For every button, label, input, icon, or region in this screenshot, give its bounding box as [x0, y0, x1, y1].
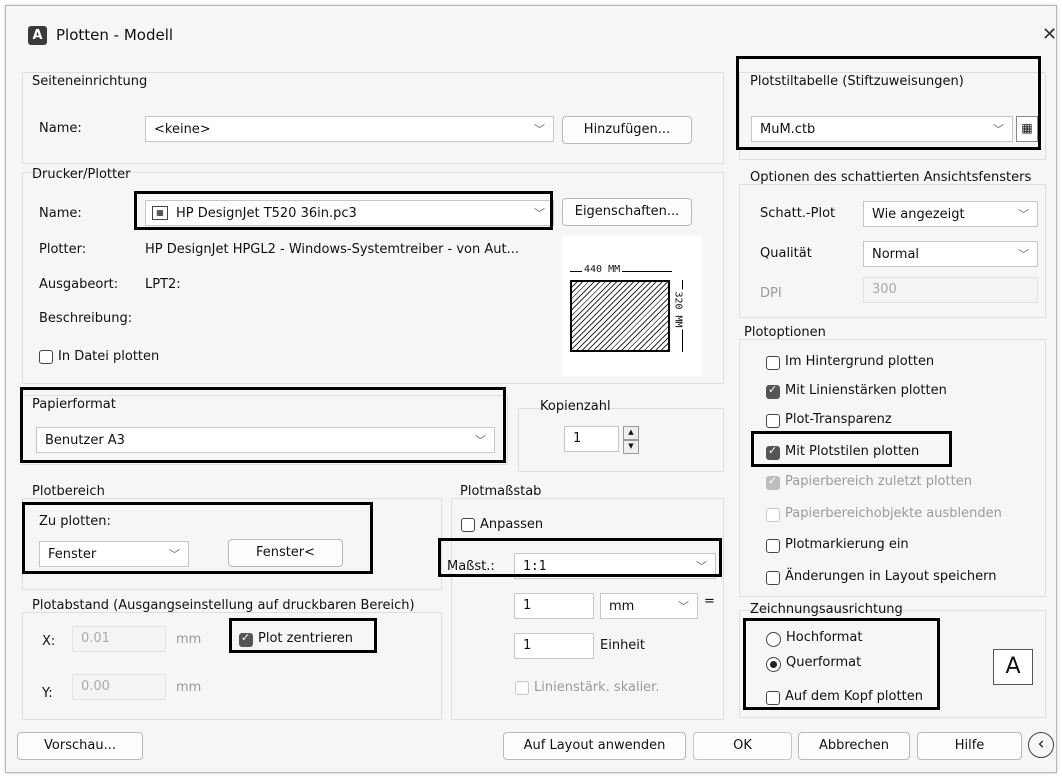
shade-plot-select[interactable]: Wie angezeigt ﹀	[863, 201, 1038, 227]
output-location-value: LPT2:	[145, 277, 181, 292]
scale-unit-select[interactable]: mm ﹀	[600, 593, 698, 619]
paper-size-highlight-frame	[20, 387, 506, 463]
plot-options-group-label: Plotoptionen	[744, 325, 826, 340]
fit-to-paper-checkbox[interactable]	[461, 518, 475, 532]
paperspace-last-label: Papierbereich zuletzt plotten	[785, 474, 972, 489]
offset-x-unit: mm	[176, 632, 202, 647]
plot-to-file-label: In Datei plotten	[58, 349, 160, 364]
scale-lineweights-label: Linienstärk. skalier.	[534, 680, 660, 695]
plot-style-highlight-frame	[736, 56, 1041, 150]
paper-preview-sheet	[570, 280, 670, 352]
plot-lineweights-label: Mit Linienstärken plotten	[785, 383, 947, 398]
collapse-icon[interactable]: ‹	[1028, 732, 1054, 758]
scale-unit2-label: Einheit	[600, 638, 646, 653]
offset-y-input[interactable]: 0.00	[72, 674, 166, 700]
hide-paperspace-label: Papierbereichobjekte ausblenden	[785, 506, 1002, 521]
page-setup-group-label: Seiteneinrichtung	[32, 74, 148, 89]
spin-up-icon[interactable]: ▲	[623, 426, 639, 440]
output-location-label: Ausgabeort:	[39, 277, 119, 292]
quality-select[interactable]: Normal ﹀	[863, 241, 1038, 267]
quality-label: Qualität	[760, 246, 812, 261]
scale-unit-value: mm	[609, 599, 635, 614]
printer-highlight-frame	[134, 191, 553, 230]
chevron-down-icon: ﹀	[1018, 248, 1029, 261]
scale-highlight-frame	[438, 538, 722, 577]
add-page-setup-button[interactable]: Hinzufügen...	[562, 116, 692, 144]
offset-x-label: X:	[42, 634, 56, 649]
plot-stamp-checkbox[interactable]	[766, 539, 780, 553]
plot-stamp-label: Plotmarkierung ein	[785, 537, 909, 552]
close-icon[interactable]: ✕	[1042, 24, 1057, 45]
autocad-app-icon: A	[28, 26, 47, 45]
plot-lineweights-checkbox[interactable]	[766, 383, 780, 399]
ok-button[interactable]: OK	[693, 732, 792, 760]
save-to-layout-label: Änderungen in Layout speichern	[785, 569, 997, 584]
chevron-down-icon: ﹀	[534, 123, 545, 136]
shade-plot-value: Wie angezeigt	[872, 207, 965, 222]
scale-value1-input[interactable]: 1	[514, 593, 594, 619]
copies-input[interactable]: 1	[564, 426, 619, 452]
preview-button[interactable]: Vorschau...	[17, 732, 143, 760]
offset-x-input[interactable]: 0.01	[72, 626, 166, 652]
plot-dialog: A Plotten - Modell ✕ Seiteneinrichtung N…	[5, 5, 1057, 773]
chevron-down-icon: ﹀	[678, 600, 689, 613]
orientation-highlight-frame	[743, 618, 940, 710]
center-plot-highlight-frame	[229, 618, 377, 653]
window-title: Plotten - Modell	[56, 26, 174, 44]
printer-properties-button[interactable]: Eigenschaften...	[562, 198, 692, 226]
quality-value: Normal	[872, 247, 920, 262]
printer-group-label: Drucker/Plotter	[32, 167, 131, 182]
cancel-button[interactable]: Abbrechen	[798, 732, 910, 760]
scale-lineweights-checkbox[interactable]	[515, 681, 529, 695]
page-setup-name-value: <keine>	[154, 122, 211, 137]
paper-height-text: 320 MM	[672, 289, 684, 330]
copies-group	[518, 408, 724, 472]
dpi-input[interactable]: 300	[863, 277, 1038, 303]
paper-preview: 440 MM 320 MM	[562, 236, 702, 376]
landscape-orientation-icon: A	[993, 649, 1033, 685]
hide-paperspace-checkbox[interactable]	[766, 508, 780, 522]
plot-area-highlight-frame	[22, 502, 373, 574]
plot-offset-group-label: Plotabstand (Ausgangseinstellung auf dru…	[32, 598, 415, 613]
plot-transparency-checkbox[interactable]	[766, 414, 780, 428]
fit-to-paper-label: Anpassen	[480, 517, 544, 532]
offset-y-unit: mm	[176, 680, 202, 695]
shade-plot-label: Schatt.-Plot	[760, 206, 836, 221]
plot-styles-highlight-frame	[751, 431, 952, 467]
orientation-group-label: Zeichnungsausrichtung	[750, 602, 903, 617]
plotter-label: Plotter:	[39, 242, 87, 257]
save-to-layout-checkbox[interactable]	[766, 571, 780, 585]
copies-group-label: Kopienzahl	[540, 399, 611, 414]
page-setup-name-select[interactable]: <keine> ﹀	[145, 116, 554, 142]
paperspace-last-checkbox[interactable]	[766, 474, 780, 490]
shaded-viewport-group-label: Optionen des schattierten Ansichtsfenste…	[750, 170, 1032, 185]
plot-scale-group-label: Plotmaßstab	[460, 484, 542, 499]
plot-transparency-label: Plot-Transparenz	[785, 412, 892, 427]
scale-value2-input[interactable]: 1	[514, 633, 594, 659]
plot-area-group-label: Plotbereich	[32, 484, 105, 499]
plot-in-background-checkbox[interactable]	[766, 356, 780, 370]
paper-width-text: 440 MM	[582, 264, 623, 275]
plot-options-group	[739, 339, 1046, 597]
copies-spinner[interactable]: ▲ ▼	[623, 426, 639, 454]
page-setup-name-label: Name:	[39, 121, 82, 136]
help-button[interactable]: Hilfe	[917, 732, 1022, 760]
offset-y-label: Y:	[42, 686, 53, 701]
plotter-value: HP DesignJet HPGL2 - Windows-Systemtreib…	[145, 242, 520, 257]
dpi-label: DPI	[760, 286, 782, 301]
chevron-down-icon: ﹀	[1018, 208, 1029, 221]
equals-sign: =	[704, 594, 715, 609]
plot-to-file-checkbox[interactable]	[39, 350, 53, 364]
apply-to-layout-button[interactable]: Auf Layout anwenden	[503, 732, 686, 760]
spin-down-icon[interactable]: ▼	[623, 440, 639, 454]
printer-name-label: Name:	[39, 206, 82, 221]
description-label: Beschreibung:	[39, 311, 133, 326]
plot-in-background-label: Im Hintergrund plotten	[785, 354, 935, 369]
